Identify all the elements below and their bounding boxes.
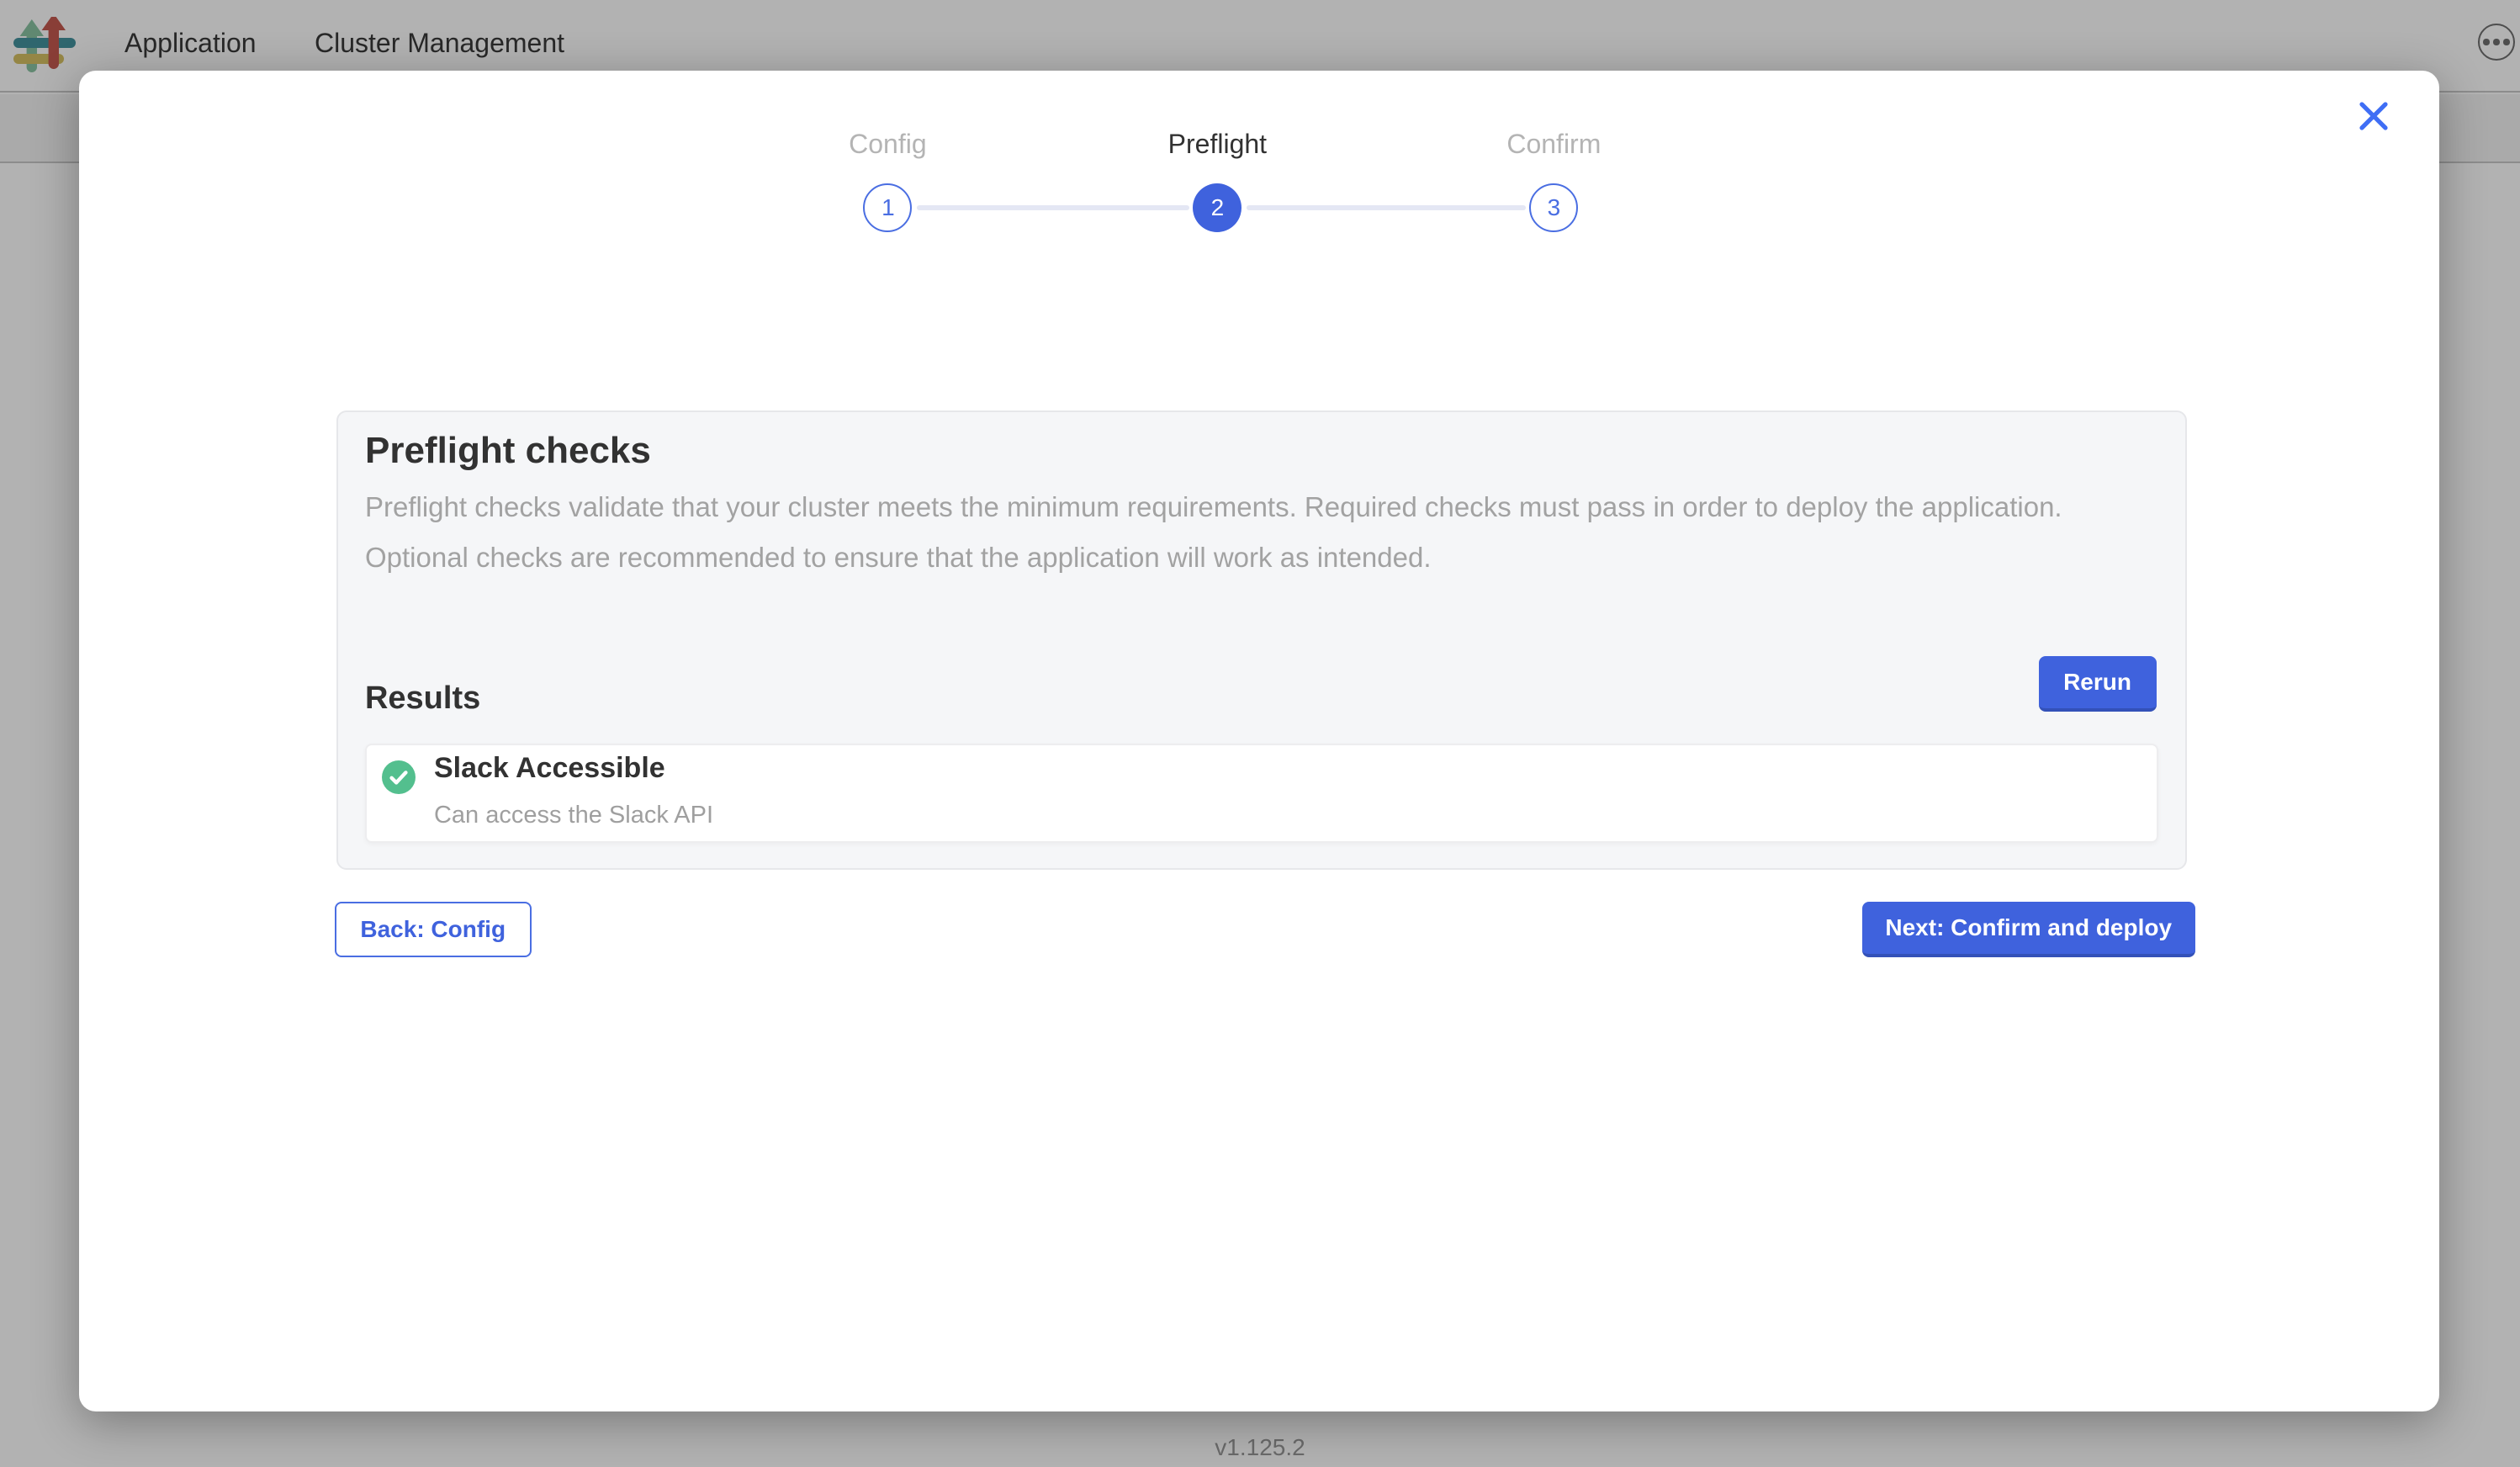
rerun-button[interactable]: Rerun — [2038, 656, 2157, 712]
next-confirm-deploy-button[interactable]: Next: Confirm and deploy — [1861, 901, 2195, 956]
back-config-button[interactable]: Back: Config — [335, 901, 531, 956]
preflight-description: Preflight checks validate that your clus… — [365, 483, 2111, 584]
result-detail: Can access the Slack API — [434, 803, 713, 830]
results-heading: Results — [365, 681, 480, 718]
close-x-icon — [2358, 100, 2388, 130]
step-label-preflight: Preflight — [1083, 130, 1352, 161]
preflight-modal: Config Preflight Confirm 1 2 3 Preflight… — [78, 70, 2438, 1411]
step-label-config: Config — [753, 130, 1022, 161]
step-connector — [1246, 205, 1525, 209]
step-connector — [916, 205, 1189, 209]
step-circle-3: 3 — [1529, 183, 1578, 231]
close-button[interactable] — [2356, 98, 2390, 132]
step-label-confirm: Confirm — [1419, 130, 1688, 161]
preflight-card: Preflight checks Preflight checks valida… — [336, 410, 2187, 870]
step-circle-2: 2 — [1193, 183, 1241, 231]
preflight-result-row: Slack Accessible Can access the Slack AP… — [365, 744, 2158, 844]
preflight-title: Preflight checks — [365, 429, 651, 473]
screen: Application Cluster Management v1.125.2 — [0, 0, 2520, 1467]
result-title: Slack Accessible — [434, 753, 665, 786]
step-circle-1: 1 — [864, 183, 913, 231]
check-circle-icon — [382, 761, 416, 795]
